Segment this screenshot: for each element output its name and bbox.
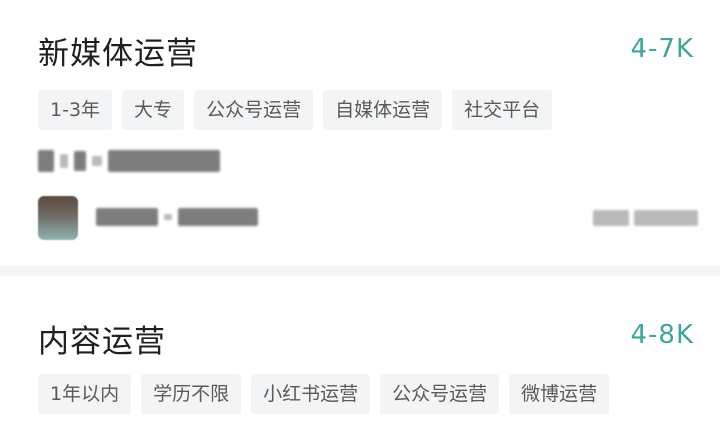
tag-education: 学历不限 <box>141 374 242 414</box>
job-title: 新媒体运营 <box>38 36 198 72</box>
salary-range: 4-8K <box>630 320 694 350</box>
tag-skill: 小红书运营 <box>251 374 371 414</box>
tag-education: 大专 <box>122 90 185 130</box>
tag-skill: 社交平台 <box>452 90 553 130</box>
tag-skill: 微博运营 <box>509 374 610 414</box>
avatar <box>38 196 78 240</box>
recruiter-info-blurred <box>96 208 258 226</box>
tag-skill: 公众号运营 <box>194 90 314 130</box>
job-tags: 1年以内 学历不限 小红书运营 公众号运营 微博运营 <box>38 374 610 414</box>
job-title: 内容运营 <box>38 324 166 360</box>
job-card-content-operations[interactable]: 内容运营 4-8K 1年以内 学历不限 小红书运营 公众号运营 微博运营 <box>0 276 720 430</box>
job-card-new-media-operations[interactable]: 新媒体运营 4-7K 1-3年 大专 公众号运营 自媒体运营 社交平台 <box>0 0 720 266</box>
tag-experience: 1年以内 <box>38 374 132 414</box>
salary-range: 4-7K <box>630 34 694 64</box>
tag-skill: 自媒体运营 <box>323 90 443 130</box>
job-tags: 1-3年 大专 公众号运营 自媒体运营 社交平台 <box>38 90 553 130</box>
active-time-blurred <box>593 210 698 226</box>
card-divider <box>0 266 720 276</box>
tag-experience: 1-3年 <box>38 90 113 130</box>
recruiter-row <box>38 196 698 240</box>
company-info-blurred <box>38 146 220 176</box>
tag-skill: 公众号运营 <box>380 374 500 414</box>
